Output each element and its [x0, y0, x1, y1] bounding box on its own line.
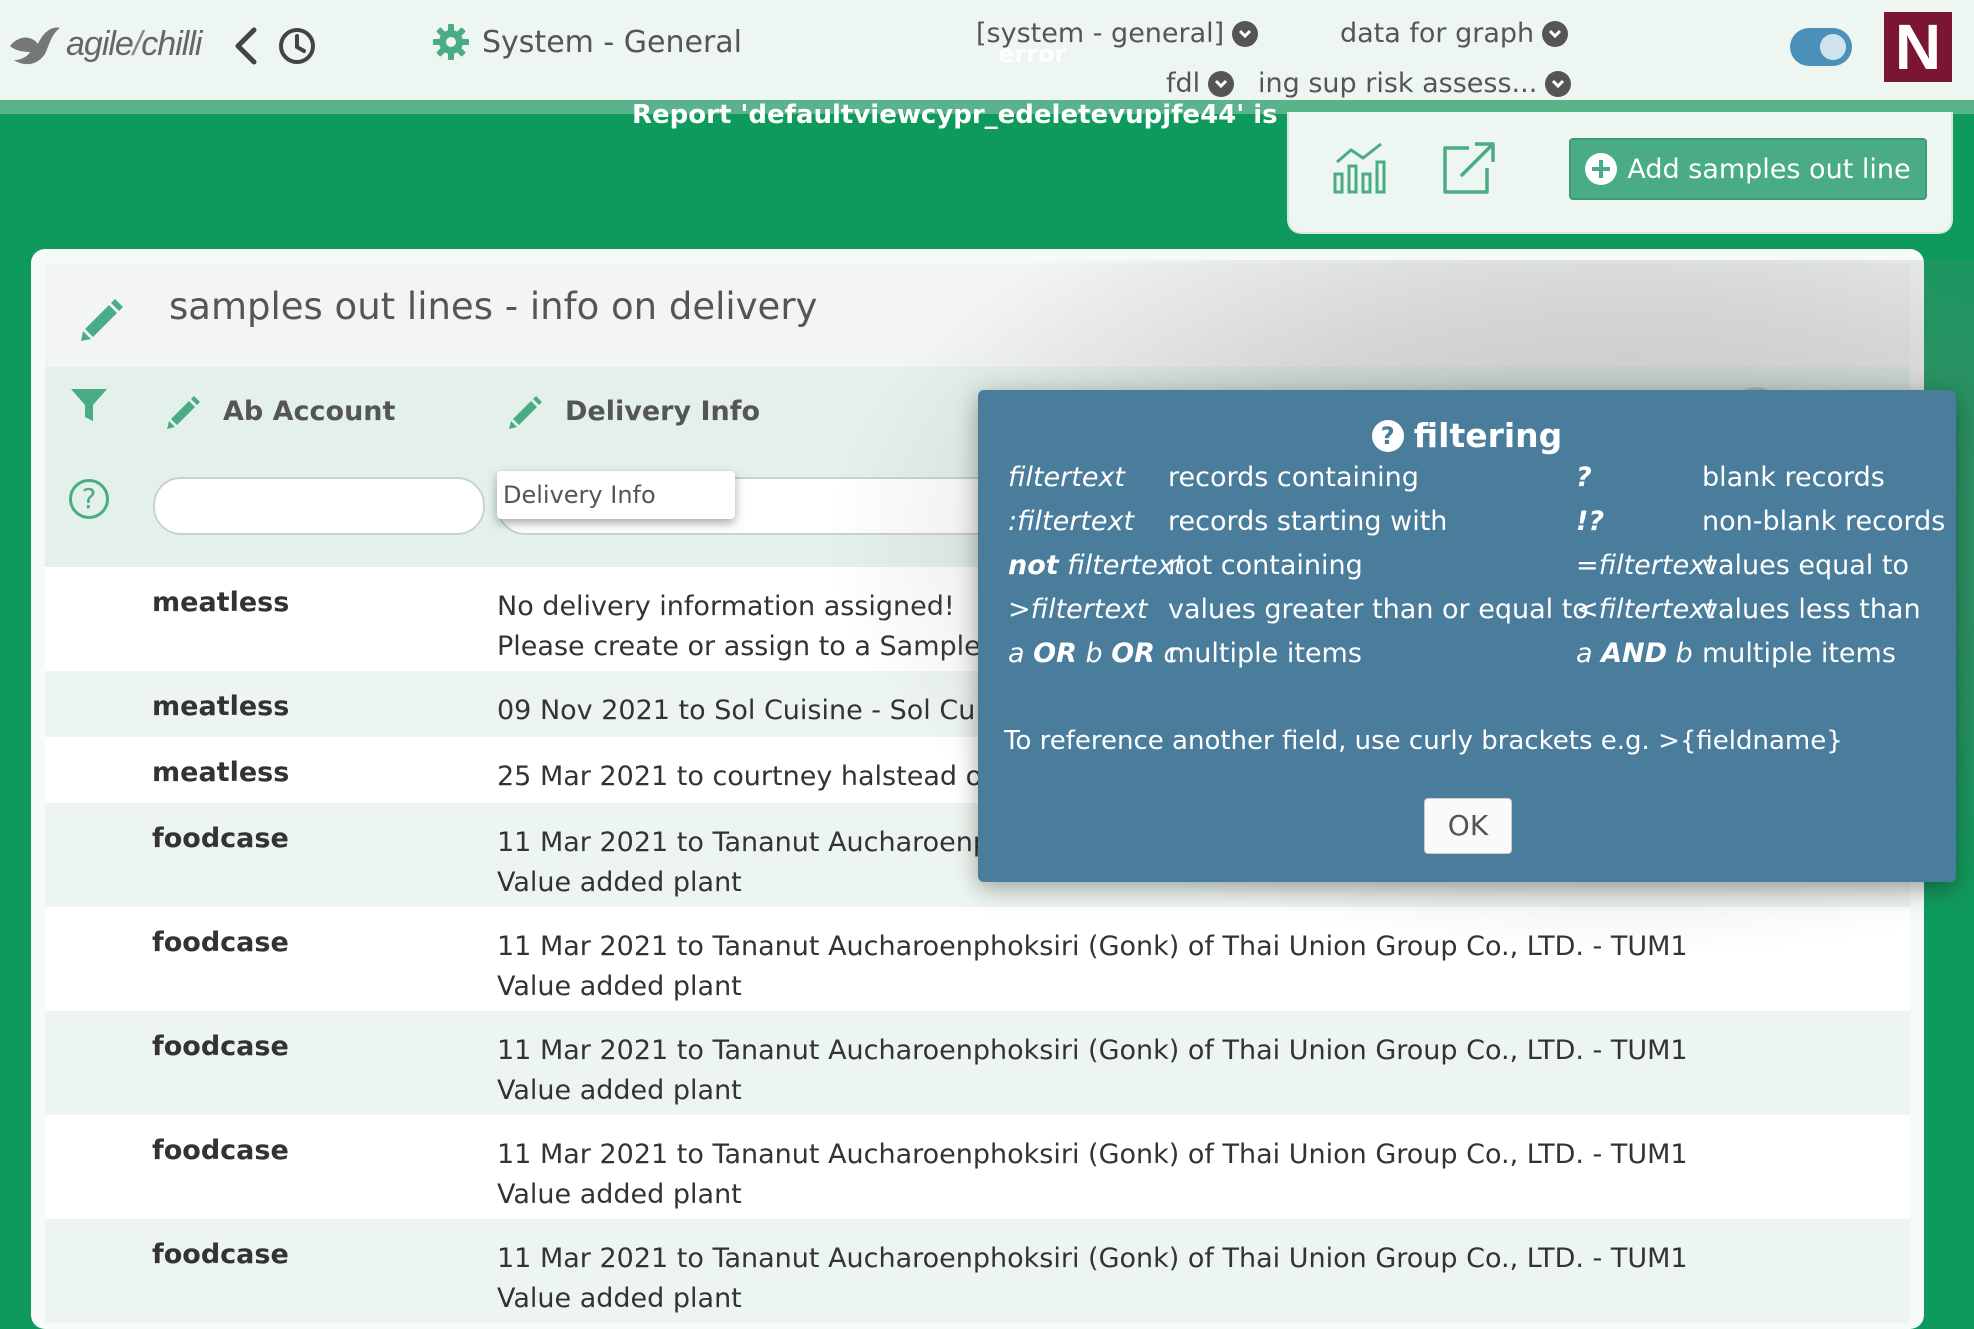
filter-syntax-and: a AND b [1576, 638, 1693, 669]
app-logo[interactable]: agile/chilli [6, 14, 202, 74]
system-title[interactable]: System - General [432, 20, 742, 64]
history-clock-icon[interactable] [277, 26, 317, 66]
column-label: Ab Account [223, 395, 396, 427]
fdl-dropdown[interactable]: fdl [1166, 68, 1235, 99]
filter-syntax-blank: ? [1576, 462, 1592, 493]
column-header-delivery-info[interactable]: Delivery Info [505, 391, 760, 431]
filter-desc-not: not containing [1168, 550, 1363, 581]
back-icon[interactable] [230, 26, 262, 66]
chevron-down-icon [1542, 20, 1569, 47]
cell-ab-account: foodcase [152, 1031, 289, 1062]
bird-logo-icon [10, 27, 60, 65]
pencil-icon[interactable] [505, 391, 545, 431]
cell-delivery-info: 11 Mar 2021 to Tananut Aucharoenphoksiri… [497, 1243, 1688, 1314]
table-row[interactable]: foodcase 11 Mar 2021 to Tananut Aucharoen… [45, 1011, 1910, 1115]
filter-desc-nonblank: non-blank records [1702, 506, 1946, 537]
cell-delivery-info: 11 Mar 2021 to Tananut Aucharoenphoksiri… [497, 1035, 1688, 1106]
filter-desc-blank: blank records [1702, 462, 1885, 493]
graph-dropdown[interactable]: data for graph [1340, 18, 1569, 49]
error-label: error [998, 40, 1067, 68]
add-button-label: Add samples out line [1627, 153, 1911, 185]
system-title-text: System - General [482, 24, 742, 60]
top-bar: agile/chilli System - General [system - [0, 0, 1974, 102]
cell-ab-account: foodcase [152, 1135, 289, 1166]
graph-dropdown-label: data for graph [1340, 18, 1535, 49]
fdl-dropdown-label: fdl [1166, 68, 1201, 99]
cell-ab-account: meatless [152, 691, 290, 722]
chevron-down-icon [1232, 20, 1259, 47]
filter-desc-gte: values greater than or equal to [1168, 594, 1589, 625]
report-error-message: Report 'defaultviewcypr_edeletevupjfe44'… [632, 100, 1282, 130]
add-samples-out-line-button[interactable]: Add samples out line [1569, 138, 1927, 200]
dialog-title: ? filtering [978, 416, 1956, 455]
cell-ab-account: meatless [152, 757, 290, 788]
filter-syntax-starts: :filtertext [1008, 506, 1135, 537]
filter-desc-contains: records containing [1168, 462, 1419, 493]
column-header-ab-account[interactable]: Ab Account [163, 391, 395, 431]
cell-ab-account: foodcase [152, 823, 289, 854]
table-row[interactable]: foodcase 11 Mar 2021 to Tananut Aucharoen… [45, 1115, 1910, 1219]
mode-toggle[interactable] [1790, 28, 1852, 66]
page-title: samples out lines - info on delivery [169, 285, 818, 328]
pencil-icon[interactable] [75, 293, 127, 345]
table-row[interactable]: foodcase 11 Mar 2021 to Tananut Aucharoen… [45, 907, 1910, 1011]
cell-delivery-info: 11 Mar 2021 to Tananut Aucharoenphoksiri… [497, 1139, 1688, 1210]
open-external-icon[interactable] [1439, 140, 1497, 196]
filter-syntax-less: <filtertext [1576, 594, 1716, 625]
graph-icon[interactable] [1331, 140, 1391, 196]
help-icon[interactable]: ? [69, 479, 109, 519]
filter-syntax-nonblank: !? [1576, 506, 1604, 537]
report-dropdown[interactable]: ing sup risk assess... [1258, 68, 1572, 99]
logo-text-chilli: chilli [141, 24, 202, 63]
dialog-note: To reference another field, use curly br… [1004, 726, 1843, 756]
filter-desc-and: multiple items [1702, 638, 1896, 669]
logo-text-agile: agile [66, 24, 134, 63]
filter-syntax-equal: =filtertext [1576, 550, 1716, 581]
toolbar-card: Add samples out line [1287, 112, 1953, 234]
filter-syntax-gte: >filtertext [1008, 594, 1148, 625]
cell-ab-account: foodcase [152, 927, 289, 958]
dialog-title-text: filtering [1413, 416, 1563, 455]
filter-syntax-or: a OR b OR c [1008, 638, 1179, 669]
chevron-down-icon [1545, 70, 1572, 97]
panel-header: samples out lines - info on delivery [45, 263, 1910, 367]
filter-funnel-icon[interactable] [69, 385, 109, 425]
brand-badge[interactable]: N [1884, 12, 1952, 82]
plus-circle-icon [1585, 153, 1618, 185]
filter-desc-equal: values equal to [1702, 550, 1909, 581]
filter-syntax-contains: filtertext [1008, 462, 1126, 493]
filter-desc-starts: records starting with [1168, 506, 1448, 537]
filtering-help-dialog: ? filtering filtertext records containin… [978, 390, 1956, 882]
report-dropdown-label: ing sup risk assess... [1258, 68, 1538, 99]
ab-account-filter-input[interactable] [153, 477, 485, 535]
column-label: Delivery Info [565, 395, 761, 427]
brand-badge-letter: N [1894, 11, 1942, 83]
filter-desc-or: multiple items [1168, 638, 1362, 669]
pencil-icon[interactable] [163, 391, 203, 431]
gear-icon [433, 24, 469, 60]
filter-tooltip: Delivery Info [497, 471, 735, 519]
filter-desc-less: values less than [1702, 594, 1921, 625]
table-row[interactable]: foodcase 11 Mar 2021 to Tananut Aucharoen… [45, 1219, 1910, 1323]
filter-syntax-not: not filtertext [1008, 550, 1185, 581]
chevron-down-icon [1208, 70, 1235, 97]
cell-ab-account: foodcase [152, 1239, 289, 1270]
cell-ab-account: meatless [152, 587, 290, 618]
cell-delivery-info: 11 Mar 2021 to Tananut Aucharoenphoksiri… [497, 931, 1688, 1002]
ok-button[interactable]: OK [1424, 798, 1512, 854]
question-circle-icon: ? [1371, 419, 1404, 452]
